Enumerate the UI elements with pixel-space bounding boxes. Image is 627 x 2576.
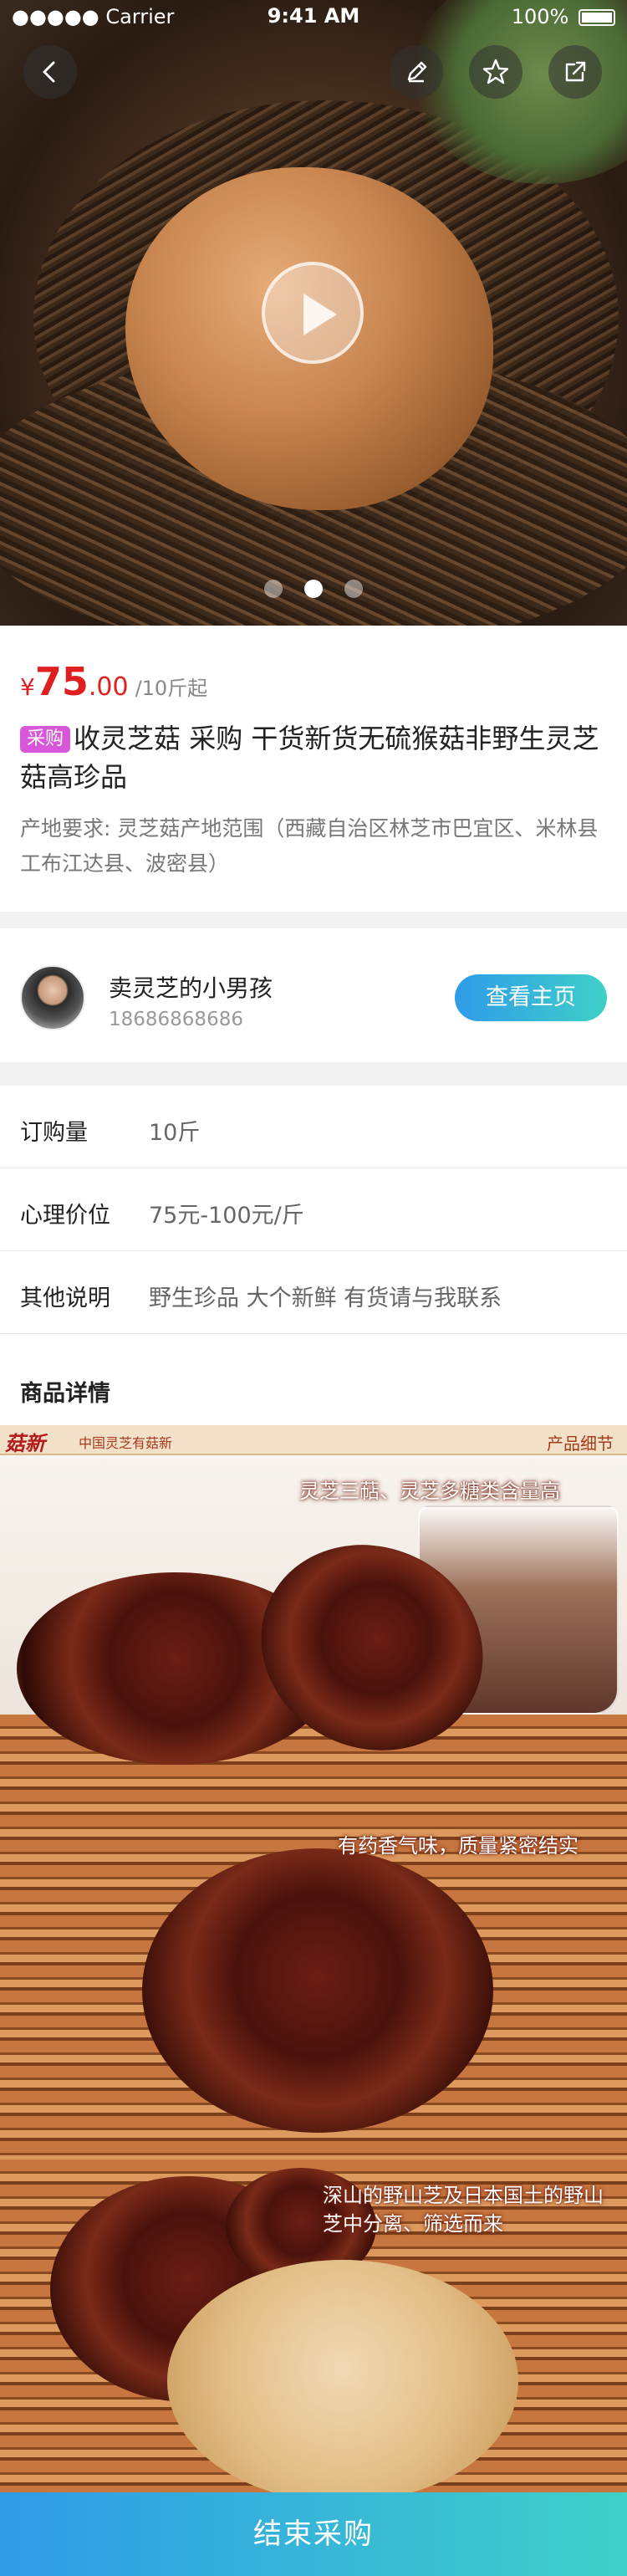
product-hero-image[interactable]: ●●●●● Carrier 9:41 AM 100% <box>0 0 627 626</box>
carousel-dot-active[interactable] <box>304 580 323 598</box>
price-decimal: .00 <box>88 672 129 702</box>
section-divider <box>0 1062 627 1086</box>
price-integer: 75 <box>34 659 89 704</box>
detail-title: 商品详情 <box>20 1381 110 1407</box>
detail-panel-3: 深山的野山芝及日本国土的野山 芝中分离、筛选而来 <box>0 2159 627 2492</box>
reishi-photo <box>142 1848 493 2133</box>
product-title-text: 收灵芝菇 采购 干货新货无硫猴菇非野生灵芝菇高珍品 <box>20 723 599 793</box>
caption: 有药香气味，质量紧密结实 <box>338 1834 579 1858</box>
attribute-key: 订购量 <box>20 1120 88 1146</box>
attribute-key: 其他说明 <box>20 1285 110 1311</box>
seller-name: 卖灵芝的小男孩 <box>109 974 273 1002</box>
brand-slogan: 中国灵芝有菇新 <box>79 1435 173 1451</box>
attribute-value: 75元-100元/斤 <box>149 1203 304 1229</box>
battery-icon <box>579 9 615 26</box>
play-video-button[interactable] <box>262 262 364 364</box>
product-title: 采购 收灵芝菇 采购 干货新货无硫猴菇非野生灵芝菇高珍品 <box>20 719 605 796</box>
status-bar: ●●●●● Carrier 9:41 AM 100% <box>0 0 627 33</box>
star-icon <box>482 59 509 84</box>
list-item: 其他说明 野生珍品 大个新鲜 有货请与我联系 <box>0 1251 627 1334</box>
edit-button[interactable] <box>390 45 443 99</box>
reishi-underside-photo <box>167 2260 518 2492</box>
product-detail-image: 菇新 中国灵芝有菇新 产品细节 灵芝三萜、灵芝多糖类含量高 有药香气味，质量紧密… <box>0 1425 627 2492</box>
pencil-icon <box>407 61 427 83</box>
price-unit: /10斤起 <box>135 677 208 700</box>
share-button[interactable] <box>548 45 602 99</box>
avatar[interactable] <box>20 965 85 1030</box>
currency-symbol: ¥ <box>20 673 35 701</box>
view-homepage-button[interactable]: 查看主页 <box>455 974 607 1021</box>
detail-panel-1: 灵芝三萜、灵芝多糖类含量高 <box>0 1455 627 1815</box>
detail-section-header: 商品详情 <box>0 1352 627 1425</box>
end-purchase-button[interactable]: 结束采购 <box>0 2492 627 2576</box>
list-item: 订购量 10斤 <box>0 1086 627 1168</box>
attribute-value: 野生珍品 大个新鲜 有货请与我联系 <box>149 1285 502 1311</box>
purchase-badge: 采购 <box>20 726 71 753</box>
caption-line: 芝中分离、筛选而来 <box>323 2212 503 2236</box>
battery-indicator: 100% <box>512 5 615 28</box>
back-button[interactable] <box>23 45 77 99</box>
carousel-indicator <box>0 580 627 600</box>
detail-banner: 菇新 中国灵芝有菇新 产品细节 <box>0 1425 627 1455</box>
origin-requirement: 产地要求: 灵芝菇产地范围（西藏自治区林芝市巴宜区、米林县工布江达县、波密县） <box>20 816 599 876</box>
chevron-left-icon <box>43 61 55 83</box>
battery-percent: 100% <box>511 5 569 28</box>
caption: 深山的野山芝及日本国土的野山 芝中分离、筛选而来 <box>323 2181 604 2238</box>
carousel-dot[interactable] <box>264 580 283 598</box>
seller-phone[interactable]: 18686868686 <box>109 1009 243 1030</box>
section-divider <box>0 912 627 928</box>
list-item: 心理价位 75元-100元/斤 <box>0 1168 627 1251</box>
attribute-value: 10斤 <box>149 1120 201 1146</box>
price: ¥75.00/10斤起 <box>20 659 207 704</box>
favorite-button[interactable] <box>469 45 522 99</box>
detail-panel-2: 有药香气味，质量紧密结实 <box>0 1815 627 2159</box>
section-label: 产品细节 <box>547 1434 614 1454</box>
attribute-key: 心理价位 <box>20 1203 110 1229</box>
carousel-dot[interactable] <box>344 580 363 598</box>
caption: 灵芝三萜、灵芝多糖类含量高 <box>299 1480 560 1503</box>
seller-card: 卖灵芝的小男孩 18686868686 查看主页 <box>0 928 627 1062</box>
brand-logo: 菇新 <box>5 1431 45 1455</box>
attribute-list: 订购量 10斤 心理价位 75元-100元/斤 其他说明 野生珍品 大个新鲜 有… <box>0 1086 627 1334</box>
caption-line: 深山的野山芝及日本国土的野山 <box>323 2184 604 2207</box>
product-info: ¥75.00/10斤起 采购 收灵芝菇 采购 干货新货无硫猴菇非野生灵芝菇高珍品 … <box>0 626 627 912</box>
share-icon <box>565 61 586 82</box>
